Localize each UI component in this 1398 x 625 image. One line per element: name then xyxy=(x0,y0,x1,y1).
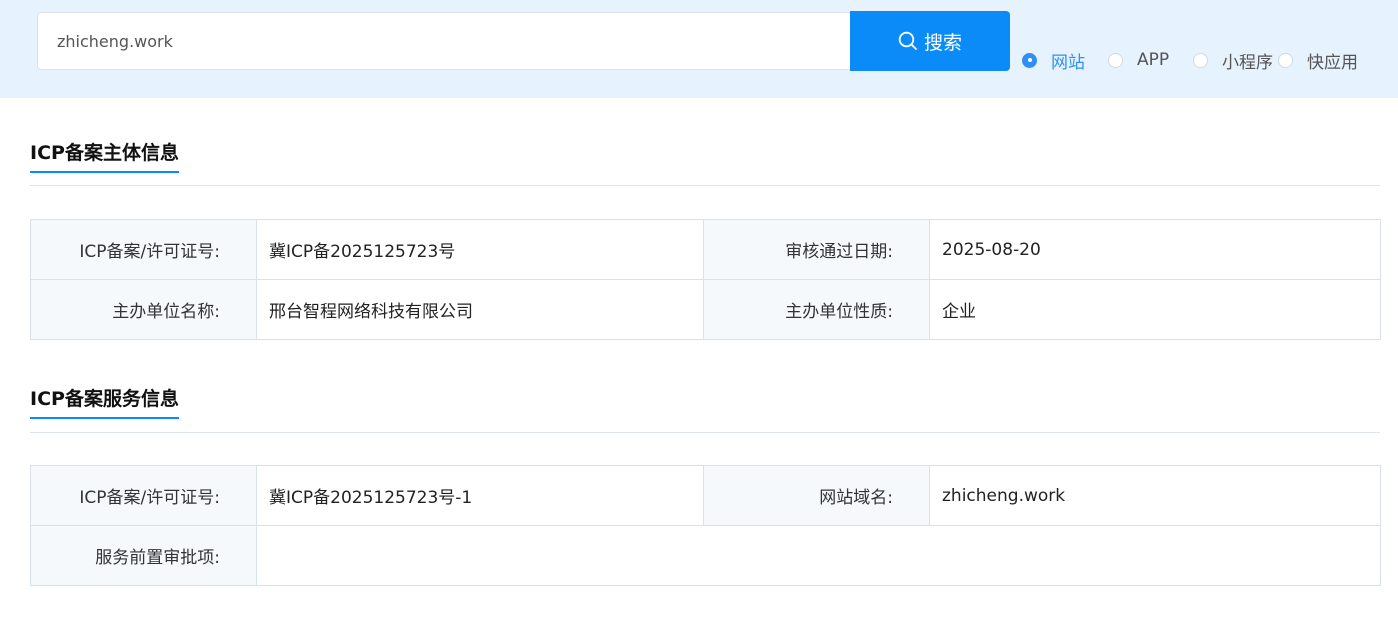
radio-label-app: APP xyxy=(1137,50,1170,70)
radio-label-website: 网站 xyxy=(1051,52,1085,73)
section-divider xyxy=(30,432,1380,433)
service-license-number-value: 冀ICP备2025125723号-1 xyxy=(256,465,704,526)
radio-label-quick-app: 快应用 xyxy=(1307,52,1358,73)
section-title-main-info: ICP备案主体信息 xyxy=(30,141,179,173)
license-number-value: 冀ICP备2025125723号 xyxy=(256,219,704,280)
main-info-table: ICP备案/许可证号: 冀ICP备2025125723号 审核通过日期: 202… xyxy=(30,219,1381,340)
search-bar-area: 搜索 网站 APP 小程序 快应用 xyxy=(0,0,1398,98)
organizer-name-value: 邢台智程网络科技有限公司 xyxy=(256,279,704,340)
table-row: 服务前置审批项: xyxy=(30,525,1381,586)
website-domain-label: 网站域名: xyxy=(703,465,930,526)
radio-label-mini-program: 小程序 xyxy=(1222,52,1273,73)
organizer-type-label: 主办单位性质: xyxy=(703,279,930,340)
search-button[interactable]: 搜索 xyxy=(850,11,1010,71)
radio-mini-program[interactable]: 小程序 xyxy=(1193,48,1273,73)
service-license-number-label: ICP备案/许可证号: xyxy=(30,465,257,526)
radio-checked-icon xyxy=(1022,52,1037,68)
organizer-type-value: 企业 xyxy=(929,279,1381,340)
approval-date-value: 2025-08-20 xyxy=(929,219,1381,280)
section-title-service-info: ICP备案服务信息 xyxy=(30,387,179,419)
website-domain-value: zhicheng.work xyxy=(929,465,1381,526)
search-button-label: 搜索 xyxy=(923,32,962,54)
radio-website[interactable]: 网站 xyxy=(1022,48,1085,73)
table-row: ICP备案/许可证号: 冀ICP备2025125723号 审核通过日期: 202… xyxy=(30,219,1381,280)
radio-unchecked-icon xyxy=(1193,52,1208,68)
pre-approval-items-label: 服务前置审批项: xyxy=(30,525,257,586)
search-input[interactable] xyxy=(37,12,852,70)
pre-approval-items-value xyxy=(256,525,1381,586)
radio-unchecked-icon xyxy=(1108,52,1123,68)
table-row: ICP备案/许可证号: 冀ICP备2025125723号-1 网站域名: zhi… xyxy=(30,465,1381,526)
license-number-label: ICP备案/许可证号: xyxy=(30,219,257,280)
radio-quick-app[interactable]: 快应用 xyxy=(1278,48,1358,73)
search-icon xyxy=(898,31,918,51)
section-divider xyxy=(30,185,1380,186)
table-row: 主办单位名称: 邢台智程网络科技有限公司 主办单位性质: 企业 xyxy=(30,279,1381,340)
service-info-table: ICP备案/许可证号: 冀ICP备2025125723号-1 网站域名: zhi… xyxy=(30,465,1381,586)
radio-unchecked-icon xyxy=(1278,52,1293,68)
approval-date-label: 审核通过日期: xyxy=(703,219,930,280)
radio-app[interactable]: APP xyxy=(1108,48,1169,72)
organizer-name-label: 主办单位名称: xyxy=(30,279,257,340)
